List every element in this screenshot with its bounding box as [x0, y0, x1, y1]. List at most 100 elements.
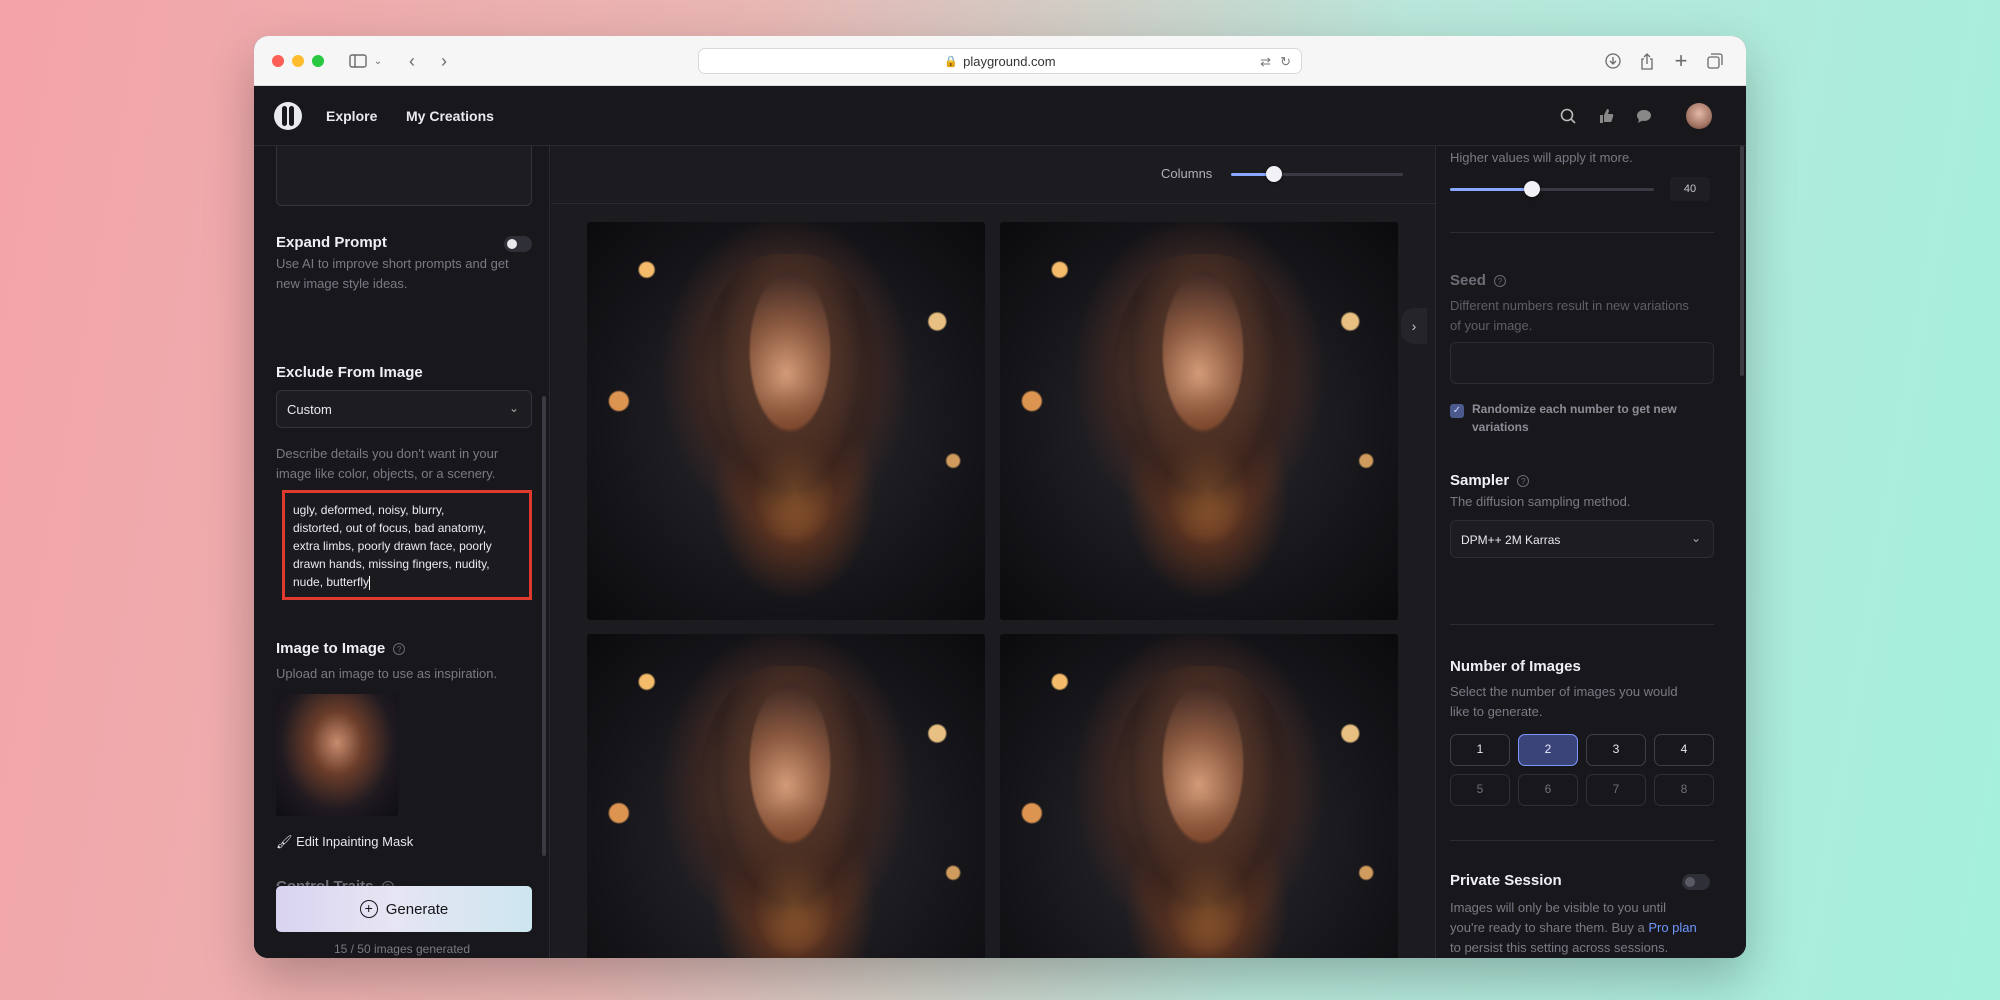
image-count-option-2[interactable]: 2 — [1518, 734, 1578, 766]
close-window-button[interactable] — [272, 55, 284, 67]
text-cursor — [369, 575, 371, 590]
guidance-slider-fill — [1450, 188, 1532, 191]
generated-image[interactable] — [587, 222, 985, 620]
negative-prompt-line: extra limbs, poorly drawn face, poorly — [293, 539, 492, 553]
generated-image[interactable] — [1000, 634, 1398, 958]
translate-icon[interactable]: ⇄ — [1260, 54, 1271, 70]
image-count-option-5[interactable]: 5 — [1450, 774, 1510, 806]
lock-icon: 🔒 — [944, 55, 959, 68]
minimize-window-button[interactable] — [292, 55, 304, 67]
download-icon[interactable] — [1602, 49, 1624, 73]
sampler-select[interactable]: DPM++ 2M Karras ⌄ — [1450, 520, 1714, 558]
generate-button[interactable]: + Generate — [276, 886, 532, 932]
nav-my-creations[interactable]: My Creations — [406, 108, 494, 124]
seed-description-2: of your image. — [1450, 318, 1533, 333]
expand-panel-button[interactable]: › — [1401, 308, 1427, 344]
help-icon[interactable]: ? — [393, 643, 406, 656]
image-count-option-4[interactable]: 4 — [1654, 734, 1714, 766]
seed-title-text: Seed — [1450, 272, 1486, 289]
negative-prompt-line: ugly, deformed, noisy, blurry, — [293, 503, 445, 517]
image-to-image-description: Upload an image to use as inspiration. — [276, 666, 498, 681]
divider — [1450, 232, 1714, 233]
reload-icon[interactable]: ↻ — [1280, 54, 1291, 70]
images-generated-count: 15 / 50 images generated — [333, 942, 471, 956]
sidebar-toggle-icon[interactable] — [346, 49, 370, 73]
pro-plan-link[interactable]: Pro plan — [1648, 920, 1696, 935]
expand-prompt-description: Use AI to improve short prompts and get — [276, 256, 509, 271]
columns-slider-knob[interactable] — [1266, 166, 1282, 182]
randomize-label: Randomize each number to get new — [1472, 402, 1677, 416]
forward-icon[interactable]: › — [434, 49, 454, 73]
image-to-image-title: Image to Image? — [276, 640, 406, 657]
chevron-right-icon: › — [1411, 318, 1417, 334]
address-bar[interactable]: 🔒 playground.com ⇄ ↻ — [698, 48, 1302, 74]
help-icon[interactable]: ? — [1493, 275, 1506, 288]
image-count-option-3[interactable]: 3 — [1586, 734, 1646, 766]
sampler-description: The diffusion sampling method. — [1450, 494, 1631, 509]
guidance-description: Higher values will apply it more. — [1450, 150, 1633, 165]
image-gallery: Columns › — [551, 146, 1447, 958]
randomize-checkbox[interactable]: ✓ — [1450, 404, 1464, 418]
brush-icon: 🖌 — [276, 834, 297, 849]
exclude-description: Describe details you don't want in your — [276, 446, 499, 461]
negative-prompt-textarea[interactable]: ugly, deformed, noisy, blurry, distorted… — [282, 490, 532, 600]
nav-explore[interactable]: Explore — [326, 108, 377, 124]
app-header: Explore My Creations — [254, 86, 1746, 146]
thumbs-up-icon[interactable] — [1594, 104, 1618, 128]
negative-prompt-line: nude, butterfly — [293, 575, 370, 589]
exclude-preset-value: Custom — [287, 402, 332, 417]
edit-inpainting-mask-link[interactable]: 🖌 Edit Inpainting Mask — [276, 834, 413, 850]
randomize-label-2: variations — [1472, 420, 1529, 434]
private-session-title: Private Session — [1450, 872, 1562, 889]
share-icon[interactable] — [1636, 49, 1658, 73]
left-settings-panel: Expand Prompt Use AI to improve short pr… — [254, 146, 550, 958]
image-count-option-8[interactable]: 8 — [1654, 774, 1714, 806]
image-to-image-title-text: Image to Image — [276, 640, 386, 657]
prompt-textarea[interactable] — [276, 146, 532, 206]
sampler-title-text: Sampler — [1450, 472, 1510, 489]
chat-bubble-icon[interactable] — [1632, 104, 1656, 128]
left-panel-scrollbar[interactable] — [542, 396, 546, 856]
private-session-description-2-text: you're ready to share them. Buy a — [1450, 920, 1649, 935]
seed-input[interactable] — [1450, 342, 1714, 384]
divider — [1450, 624, 1714, 625]
number-of-images-description: Select the number of images you would — [1450, 684, 1678, 699]
edit-inpainting-mask-label: Edit Inpainting Mask — [296, 834, 414, 849]
search-icon[interactable] — [1556, 104, 1580, 128]
gallery-toolbar: Columns — [551, 146, 1447, 204]
generated-image[interactable] — [1000, 222, 1398, 620]
seed-description: Different numbers result in new variatio… — [1450, 298, 1689, 313]
source-image-thumbnail[interactable] — [276, 694, 398, 816]
expand-prompt-toggle[interactable] — [504, 236, 532, 252]
number-of-images-title: Number of Images — [1450, 658, 1581, 675]
private-session-toggle[interactable] — [1682, 874, 1710, 890]
user-avatar[interactable] — [1686, 103, 1712, 129]
maximize-window-button[interactable] — [312, 55, 324, 67]
back-icon[interactable]: ‹ — [402, 49, 422, 73]
number-of-images-description-2: like to generate. — [1450, 704, 1543, 719]
expand-prompt-description-2: new image style ideas. — [276, 276, 408, 291]
guidance-slider-knob[interactable] — [1524, 181, 1540, 197]
image-count-option-1[interactable]: 1 — [1450, 734, 1510, 766]
chevron-down-icon: ⌄ — [1690, 531, 1701, 545]
private-session-description-2: you're ready to share them. Buy a Pro pl… — [1450, 918, 1697, 938]
expand-prompt-title: Expand Prompt — [276, 234, 387, 251]
playground-logo[interactable] — [274, 102, 302, 130]
exclude-preset-select[interactable]: Custom ⌄ — [276, 390, 532, 428]
guidance-value[interactable]: 40 — [1670, 177, 1710, 201]
help-icon[interactable]: ? — [1517, 475, 1530, 488]
plus-circle-icon: + — [359, 900, 378, 918]
image-count-option-7[interactable]: 7 — [1586, 774, 1646, 806]
sampler-title: Sampler? — [1450, 472, 1530, 489]
exclude-description-2: image like color, objects, or a scenery. — [276, 466, 496, 481]
generated-image[interactable] — [587, 634, 985, 958]
columns-label: Columns — [1161, 166, 1213, 181]
new-tab-icon[interactable]: + — [1670, 48, 1692, 73]
private-session-description-3: to persist this setting across sessions. — [1450, 940, 1669, 955]
right-panel-scrollbar[interactable] — [1740, 146, 1744, 376]
browser-window: ⌄ ‹ › 🔒 playground.com ⇄ ↻ + Explore My … — [254, 36, 1746, 958]
image-count-option-6[interactable]: 6 — [1518, 774, 1578, 806]
chevron-down-icon[interactable]: ⌄ — [372, 49, 384, 73]
tab-overview-icon[interactable] — [1704, 49, 1726, 73]
generate-area: + Generate 15 / 50 images generated — [254, 886, 549, 958]
